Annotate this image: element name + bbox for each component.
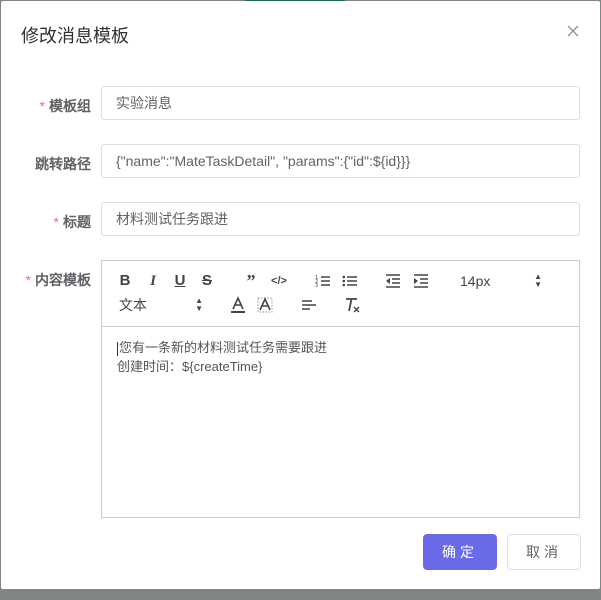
group-input[interactable]: 实验消息 <box>101 86 580 120</box>
route-label: 跳转路径 <box>35 156 91 172</box>
select-arrows-icon: ▲ ▼ <box>195 296 203 313</box>
ordered-list-icon[interactable]: 123 <box>315 271 331 291</box>
code-icon[interactable]: </> <box>270 271 288 291</box>
rich-text-editor: B I U S ” </> 123 14px ▲ ▼ 文本 ▲ ▼ 您有一条新的… <box>101 260 580 518</box>
italic-icon[interactable]: I <box>145 271 161 291</box>
quote-icon[interactable]: ” <box>243 271 259 291</box>
indent-icon[interactable] <box>413 271 429 291</box>
content-label: * 内容模板 <box>25 272 91 288</box>
route-input[interactable]: {"name":"MateTaskDetail", "params":{"id"… <box>101 144 580 178</box>
background-color-icon[interactable] <box>257 295 273 315</box>
select-arrows-icon: ▲ ▼ <box>534 272 542 289</box>
cancel-button[interactable]: 取消 <box>507 534 581 570</box>
font-size-select[interactable]: 14px ▲ ▼ <box>460 271 542 291</box>
editor-content[interactable]: 您有一条新的材料测试任务需要跟进 创建时间：${createTime} <box>117 338 327 376</box>
editor-toolbar: B I U S ” </> 123 14px ▲ ▼ 文本 ▲ ▼ <box>102 261 579 327</box>
text-caret <box>117 341 118 356</box>
block-type-select[interactable]: 文本 ▲ ▼ <box>119 295 203 315</box>
confirm-button[interactable]: 确定 <box>423 534 497 570</box>
required-mark: * <box>53 214 59 230</box>
title-input[interactable]: 材料测试任务跟进 <box>101 202 580 236</box>
clear-format-icon[interactable] <box>344 295 360 315</box>
dialog-title: 修改消息模板 <box>21 26 129 46</box>
strikethrough-icon[interactable]: S <box>199 271 215 291</box>
bullet-list-icon[interactable] <box>342 271 358 291</box>
close-icon[interactable] <box>563 21 583 41</box>
required-mark: * <box>39 98 45 114</box>
group-label: * 模板组 <box>39 98 91 114</box>
align-left-icon[interactable] <box>301 295 317 315</box>
bold-icon[interactable]: B <box>117 271 133 291</box>
title-label: * 标题 <box>53 214 91 230</box>
edit-template-dialog: 修改消息模板 * 模板组 实验消息 跳转路径 {"name":"MateTaskD… <box>1 1 600 589</box>
underline-icon[interactable]: U <box>172 271 188 291</box>
content-line: 您有一条新的材料测试任务需要跟进 <box>117 340 328 356</box>
svg-text:3: 3 <box>315 283 318 289</box>
outdent-icon[interactable] <box>385 271 401 291</box>
required-mark: * <box>25 272 31 288</box>
content-line: 创建时间：${createTime} <box>117 359 263 374</box>
font-color-icon[interactable] <box>230 295 246 315</box>
